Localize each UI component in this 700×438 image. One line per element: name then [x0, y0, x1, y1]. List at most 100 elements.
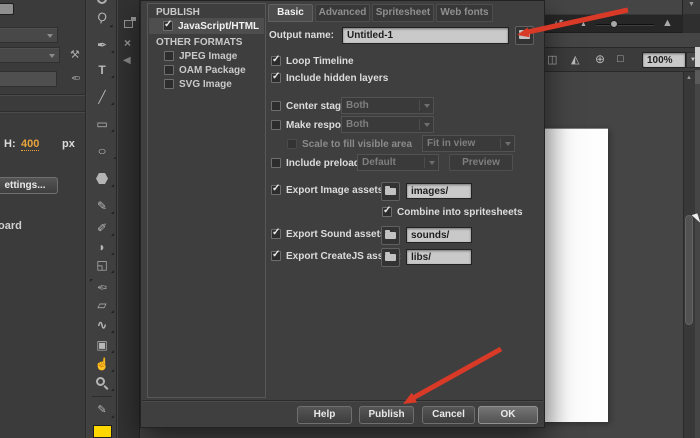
- zoom-in-mountain-icon[interactable]: ▲: [662, 17, 673, 29]
- export-sound-assets-checkbox[interactable]: [271, 229, 281, 239]
- wrench-icon[interactable]: ⚒: [70, 48, 80, 61]
- tab-advanced[interactable]: Advanced: [315, 4, 370, 22]
- rotate-reset-icon[interactable]: ↺: [554, 17, 564, 31]
- format-item-oam-package[interactable]: OAM Package: [179, 65, 246, 76]
- zoom-out-mountain-icon[interactable]: ▲: [580, 21, 587, 28]
- panel-button-fragment[interactable]: [0, 3, 14, 15]
- text-tool[interactable]: T: [87, 63, 117, 79]
- preview-button[interactable]: Preview: [449, 154, 513, 171]
- tab-basic[interactable]: Basic: [268, 4, 313, 22]
- scrollbar-thumb[interactable]: [685, 215, 693, 325]
- help-button[interactable]: Help: [297, 406, 352, 424]
- export-createjs-assets-checkbox[interactable]: [271, 251, 281, 261]
- scale-fill-select[interactable]: Fit in view: [422, 135, 515, 152]
- tools-panel: Ϙ ✒ T ╱ ▭ ○ ✎ ✐ ◗ ◱ ✑ ▱ ∿ ▣ ☝ ✎: [87, 0, 117, 438]
- browse-images-button[interactable]: [381, 182, 400, 201]
- tab-spritesheet[interactable]: Spritesheet: [372, 4, 434, 22]
- properties-panel: ⚒ ✑ H: 400 px ettings... oard: [0, 0, 86, 438]
- combine-spritesheets-label: Combine into spritesheets: [397, 207, 523, 218]
- clip-bounds-icon[interactable]: □: [617, 53, 624, 65]
- zoom-level-input[interactable]: 100%: [642, 52, 686, 68]
- eyedropper-tool[interactable]: ✑: [87, 278, 117, 294]
- zoom-tool[interactable]: [87, 376, 117, 392]
- cancel-button[interactable]: Cancel: [422, 406, 475, 424]
- settings-button[interactable]: ettings...: [0, 177, 58, 194]
- folder-icon: [385, 254, 396, 261]
- vertical-scrollbar[interactable]: ▲: [683, 72, 695, 438]
- center-stage-select[interactable]: Both: [341, 97, 434, 114]
- hand-tool[interactable]: ☝: [87, 357, 117, 373]
- browse-output-button[interactable]: [515, 26, 534, 45]
- pencil-tool[interactable]: ✎: [87, 199, 117, 215]
- include-hidden-layers-label: Include hidden layers: [286, 73, 388, 84]
- corner-menu-icon[interactable]: ▼: [688, 1, 695, 8]
- width-tool[interactable]: ∿: [87, 318, 117, 334]
- pen-tool[interactable]: ✒: [87, 38, 117, 54]
- docked-panel-fragment: [695, 47, 700, 67]
- camera-tool[interactable]: ▣: [87, 338, 117, 354]
- center-stage-checkbox[interactable]: [271, 101, 281, 111]
- folder-icon: [385, 232, 396, 239]
- browse-sounds-button[interactable]: [381, 226, 400, 245]
- combine-spritesheets-checkbox[interactable]: [382, 207, 392, 217]
- edit-symbols-icon[interactable]: ◭: [571, 53, 579, 66]
- browse-libs-button[interactable]: [381, 248, 400, 267]
- export-sound-assets-label: Export Sound assets:: [286, 229, 389, 240]
- tool-fragment-icon[interactable]: [97, 0, 107, 4]
- svg-image-checkbox[interactable]: [164, 79, 174, 89]
- oval-tool[interactable]: ○: [87, 144, 117, 160]
- eyedropper-icon[interactable]: ✑: [71, 71, 80, 84]
- property-field[interactable]: [0, 71, 57, 87]
- images-path-input[interactable]: images/: [406, 183, 472, 199]
- polystar-tool[interactable]: [87, 172, 117, 188]
- loop-timeline-checkbox[interactable]: [271, 56, 281, 66]
- ink-bottle-tool[interactable]: ◗: [87, 240, 117, 256]
- format-item-svg-image[interactable]: SVG Image: [179, 79, 232, 90]
- center-stage-label: Center stage: [286, 101, 347, 112]
- export-image-assets-checkbox[interactable]: [271, 185, 281, 195]
- edit-scene-icon[interactable]: ◫: [547, 53, 557, 66]
- size-slider[interactable]: [596, 24, 654, 26]
- make-responsive-checkbox[interactable]: [271, 120, 281, 130]
- ok-button[interactable]: OK: [478, 406, 538, 424]
- line-tool[interactable]: ╱: [87, 90, 117, 106]
- rectangle-tool[interactable]: ▭: [87, 117, 117, 133]
- publish-button[interactable]: Publish: [359, 406, 414, 424]
- scale-fill-label: Scale to fill visible area: [302, 139, 412, 150]
- footer-divider: [142, 400, 543, 402]
- slider-knob[interactable]: [610, 20, 618, 28]
- output-name-input[interactable]: Untitled-1: [342, 27, 509, 44]
- height-value[interactable]: 400: [21, 138, 39, 151]
- board-label: oard: [0, 220, 22, 232]
- center-frame-icon[interactable]: ⊕: [595, 52, 605, 66]
- jpeg-image-checkbox[interactable]: [164, 51, 174, 61]
- fill-color-swatch[interactable]: [93, 425, 112, 438]
- collapse-left-icon[interactable]: ◀: [123, 55, 131, 66]
- oam-package-checkbox[interactable]: [164, 65, 174, 75]
- lasso-tool[interactable]: Ϙ: [87, 7, 117, 29]
- scale-fill-checkbox[interactable]: [287, 139, 297, 149]
- property-dropdown[interactable]: [0, 47, 60, 63]
- publish-settings-dialog: PUBLISH JavaScript/HTML OTHER FORMATS JP…: [140, 0, 545, 428]
- preloader-select[interactable]: Default: [357, 154, 439, 171]
- control-strip: ↺ ▲ ▲: [538, 14, 683, 33]
- libs-path-input[interactable]: libs/: [406, 249, 472, 265]
- eraser-tool[interactable]: ▱: [87, 298, 117, 314]
- close-icon[interactable]: ×: [124, 36, 131, 50]
- include-preloader-checkbox[interactable]: [271, 158, 281, 168]
- property-dropdown[interactable]: [0, 27, 58, 43]
- brush-tool[interactable]: ✐: [87, 221, 117, 237]
- make-responsive-select[interactable]: Both: [341, 116, 434, 133]
- javascript-html-checkbox[interactable]: [163, 21, 173, 31]
- stroke-color-control[interactable]: ✎: [87, 403, 117, 419]
- format-item-jpeg-image[interactable]: JPEG Image: [179, 51, 237, 62]
- format-item-javascript-html[interactable]: JavaScript/HTML: [178, 21, 259, 32]
- flash-workspace: { "colors": { "annotation_arrow": "#d93a…: [0, 0, 700, 438]
- include-hidden-layers-checkbox[interactable]: [271, 73, 281, 83]
- paint-bucket-tool[interactable]: ◱: [87, 258, 117, 274]
- loop-timeline-label: Loop Timeline: [286, 56, 354, 67]
- tab-web-fonts[interactable]: Web fonts: [436, 4, 493, 22]
- sounds-path-input[interactable]: sounds/: [406, 227, 472, 243]
- panel-menu-icon[interactable]: [124, 20, 133, 28]
- scroll-up-icon[interactable]: ▲: [686, 75, 692, 81]
